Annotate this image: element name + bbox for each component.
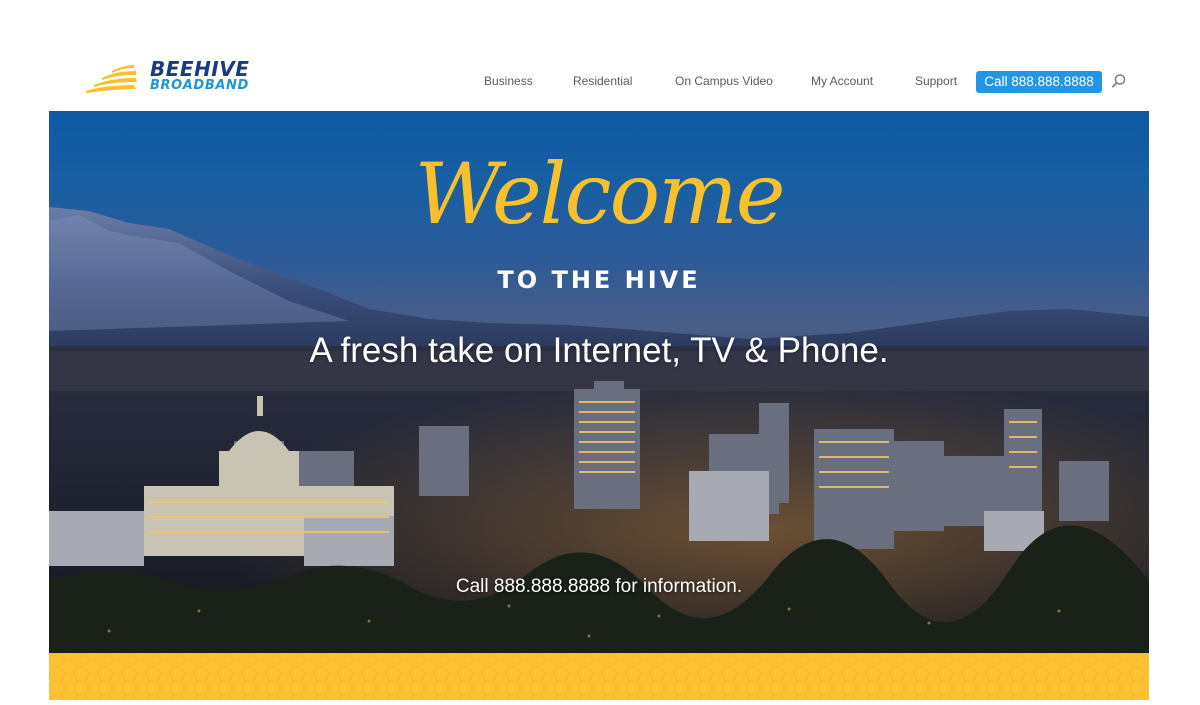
logo-wing-icon bbox=[86, 65, 137, 93]
logo-line-2: BROADBAND bbox=[150, 78, 249, 93]
welcome-heading: Welcome bbox=[414, 145, 785, 243]
nav-item-residential[interactable]: Residential bbox=[573, 74, 632, 88]
hero-tagline: A fresh take on Internet, TV & Phone. bbox=[309, 331, 889, 370]
nav-item-support[interactable]: Support bbox=[915, 74, 957, 88]
nav-item-on-campus-video[interactable]: On Campus Video bbox=[675, 74, 773, 88]
call-button[interactable]: Call 888.888.8888 bbox=[976, 71, 1102, 93]
honeycomb-pattern bbox=[49, 653, 1149, 700]
search-icon[interactable] bbox=[1110, 72, 1128, 90]
honeycomb-band bbox=[49, 653, 1149, 700]
nav-item-my-account[interactable]: My Account bbox=[811, 74, 873, 88]
hero-banner: Welcome TO THE HIVE A fresh take on Inte… bbox=[49, 111, 1149, 653]
hero-call-info: Call 888.888.8888 for information. bbox=[455, 576, 743, 597]
logo-line-1: BEEHIVE bbox=[150, 57, 250, 81]
nav-item-business[interactable]: Business bbox=[484, 74, 533, 88]
site-header: BEEHIVE BROADBAND Business Residential O… bbox=[0, 0, 1200, 111]
to-the-hive-subheading: TO THE HIVE bbox=[497, 266, 701, 294]
beehive-broadband-logo[interactable]: BEEHIVE BROADBAND bbox=[84, 58, 254, 98]
